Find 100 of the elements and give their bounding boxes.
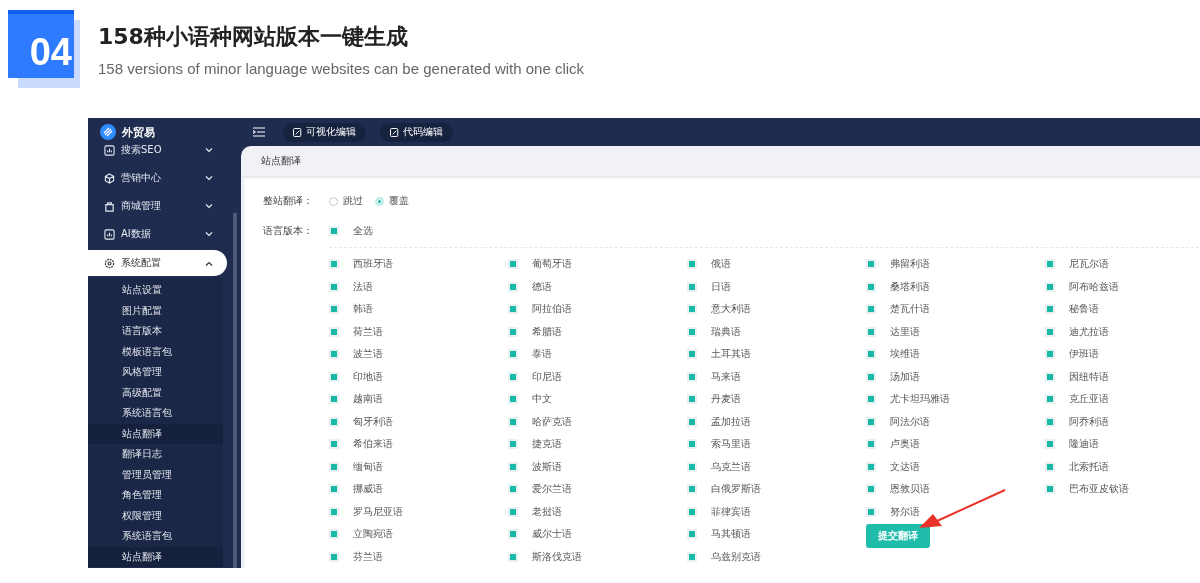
language-checkbox[interactable]: 哈萨克语 (508, 410, 687, 433)
language-checkbox[interactable]: 丹麦语 (687, 388, 866, 411)
language-checkbox[interactable]: 威尔士语 (508, 523, 687, 546)
submenu-item[interactable]: 语言版本 (88, 321, 223, 342)
language-checkbox[interactable]: 达里语 (866, 320, 1045, 343)
submenu-item[interactable]: 角色管理 (88, 485, 223, 506)
language-checkbox[interactable]: 孟加拉语 (687, 410, 866, 433)
language-checkbox[interactable]: 缅甸语 (329, 455, 508, 478)
language-checkbox[interactable]: 阿法尔语 (866, 410, 1045, 433)
submenu-item[interactable]: 管理员管理 (88, 464, 223, 485)
bag-icon (104, 200, 115, 212)
language-checkbox[interactable]: 楚瓦什语 (866, 298, 1045, 321)
language-checkbox[interactable]: 恩敦贝语 (866, 478, 1045, 501)
language-checkbox[interactable]: 意大利语 (687, 298, 866, 321)
menu-icon[interactable] (253, 127, 265, 137)
language-checkbox[interactable]: 德语 (508, 275, 687, 298)
language-checkbox[interactable]: 索马里语 (687, 433, 866, 456)
language-checkbox[interactable]: 爱尔兰语 (508, 478, 687, 501)
language-checkbox[interactable]: 俄语 (687, 253, 866, 276)
language-checkbox[interactable]: 乌克兰语 (687, 455, 866, 478)
language-checkbox[interactable]: 瑞典语 (687, 320, 866, 343)
language-checkbox[interactable]: 巴布亚皮钦语 (1045, 478, 1200, 501)
page-subtitle: 158 versions of minor language websites can be generated with one click (98, 60, 585, 77)
language-checkbox[interactable]: 芬兰语 (329, 545, 508, 568)
language-checkbox[interactable]: 希腊语 (508, 320, 687, 343)
language-checkbox[interactable]: 韩语 (329, 298, 508, 321)
radio-option[interactable]: 跳过 (329, 194, 363, 208)
language-checkbox[interactable]: 波斯语 (508, 455, 687, 478)
language-checkbox[interactable]: 因纽特语 (1045, 365, 1200, 388)
submenu-item[interactable]: 图片配置 (88, 300, 223, 321)
editor-button[interactable]: 代码编辑 (380, 122, 453, 142)
chart-icon (104, 228, 115, 240)
language-checkbox[interactable]: 匈牙利语 (329, 410, 508, 433)
language-checkbox[interactable]: 捷克语 (508, 433, 687, 456)
language-checkbox[interactable]: 卢奥语 (866, 433, 1045, 456)
field-label: 整站翻译： (263, 194, 314, 208)
page-title: 158种小语种网站版本一键生成 (98, 23, 409, 51)
submenu-item[interactable]: 站点翻译 (88, 423, 223, 444)
language-checkbox[interactable]: 荷兰语 (329, 320, 508, 343)
submenu-item[interactable]: 权限管理 (88, 505, 223, 526)
number-badge: 04 (8, 10, 74, 78)
language-checkbox[interactable]: 泰语 (508, 343, 687, 366)
radio-option[interactable]: 覆盖 (375, 194, 409, 208)
language-checkbox[interactable]: 葡萄牙语 (508, 253, 687, 276)
submenu-item[interactable]: 站点设置 (88, 280, 223, 301)
gear-icon (104, 257, 115, 269)
language-checkbox[interactable]: 马其顿语 (687, 523, 866, 546)
language-checkbox[interactable]: 隆迪语 (1045, 433, 1200, 456)
submenu-item[interactable]: 系统语言包 (88, 403, 223, 424)
language-checkbox[interactable]: 老挝语 (508, 500, 687, 523)
select-all-checkbox[interactable]: 全选 (329, 224, 373, 238)
language-checkbox[interactable]: 罗马尼亚语 (329, 500, 508, 523)
language-checkbox[interactable]: 阿乔利语 (1045, 410, 1200, 433)
logo-icon (100, 124, 116, 140)
sidebar-item[interactable]: 系统配置 (88, 250, 227, 276)
submenu-item[interactable]: 翻译日志 (88, 444, 223, 465)
language-checkbox[interactable]: 西班牙语 (329, 253, 508, 276)
language-checkbox[interactable]: 尤卡坦玛雅语 (866, 388, 1045, 411)
editor-button[interactable]: 可视化编辑 (283, 122, 366, 142)
language-checkbox[interactable]: 北索托语 (1045, 455, 1200, 478)
submenu-item[interactable]: 站点翻译 (88, 546, 223, 567)
language-checkbox[interactable]: 希伯来语 (329, 433, 508, 456)
sidebar-item[interactable]: 商城管理 (88, 192, 237, 220)
language-checkbox[interactable]: 越南语 (329, 388, 508, 411)
language-checkbox[interactable]: 弗留利语 (866, 253, 1045, 276)
language-checkbox[interactable]: 乌兹别克语 (687, 545, 866, 568)
sidebar-item[interactable]: 营销中心 (88, 164, 237, 192)
language-checkbox[interactable]: 法语 (329, 275, 508, 298)
language-checkbox[interactable]: 立陶宛语 (329, 523, 508, 546)
language-checkbox[interactable]: 迪尤拉语 (1045, 320, 1200, 343)
language-checkbox[interactable]: 日语 (687, 275, 866, 298)
submenu-item[interactable]: 模板语言包 (88, 341, 223, 362)
breadcrumb: 站点翻译 (261, 154, 301, 168)
language-checkbox[interactable]: 埃维语 (866, 343, 1045, 366)
language-checkbox[interactable]: 菲律宾语 (687, 500, 866, 523)
language-checkbox[interactable]: 印地语 (329, 365, 508, 388)
language-checkbox[interactable]: 白俄罗斯语 (687, 478, 866, 501)
submenu-item[interactable]: 风格管理 (88, 362, 223, 383)
language-checkbox[interactable]: 印尼语 (508, 365, 687, 388)
language-checkbox[interactable]: 桑塔利语 (866, 275, 1045, 298)
chart-icon (104, 144, 115, 156)
language-checkbox[interactable]: 阿拉伯语 (508, 298, 687, 321)
language-checkbox[interactable]: 努尔语 (866, 500, 1045, 523)
language-checkbox[interactable]: 马来语 (687, 365, 866, 388)
submenu-item[interactable]: 系统语言包 (88, 526, 223, 547)
language-checkbox[interactable]: 挪威语 (329, 478, 508, 501)
language-checkbox[interactable]: 汤加语 (866, 365, 1045, 388)
language-checkbox[interactable]: 克丘亚语 (1045, 388, 1200, 411)
submenu-item[interactable]: 高级配置 (88, 382, 223, 403)
language-checkbox[interactable]: 阿布哈兹语 (1045, 275, 1200, 298)
language-checkbox[interactable]: 土耳其语 (687, 343, 866, 366)
language-checkbox[interactable]: 波兰语 (329, 343, 508, 366)
language-checkbox[interactable]: 秘鲁语 (1045, 298, 1200, 321)
language-checkbox[interactable]: 尼瓦尔语 (1045, 253, 1200, 276)
language-checkbox[interactable]: 文达语 (866, 455, 1045, 478)
edit-icon (390, 127, 399, 137)
language-checkbox[interactable]: 伊班语 (1045, 343, 1200, 366)
language-checkbox[interactable]: 中文 (508, 388, 687, 411)
sidebar-item[interactable]: AI数据 (88, 220, 237, 248)
language-checkbox[interactable]: 斯洛伐克语 (508, 545, 687, 568)
